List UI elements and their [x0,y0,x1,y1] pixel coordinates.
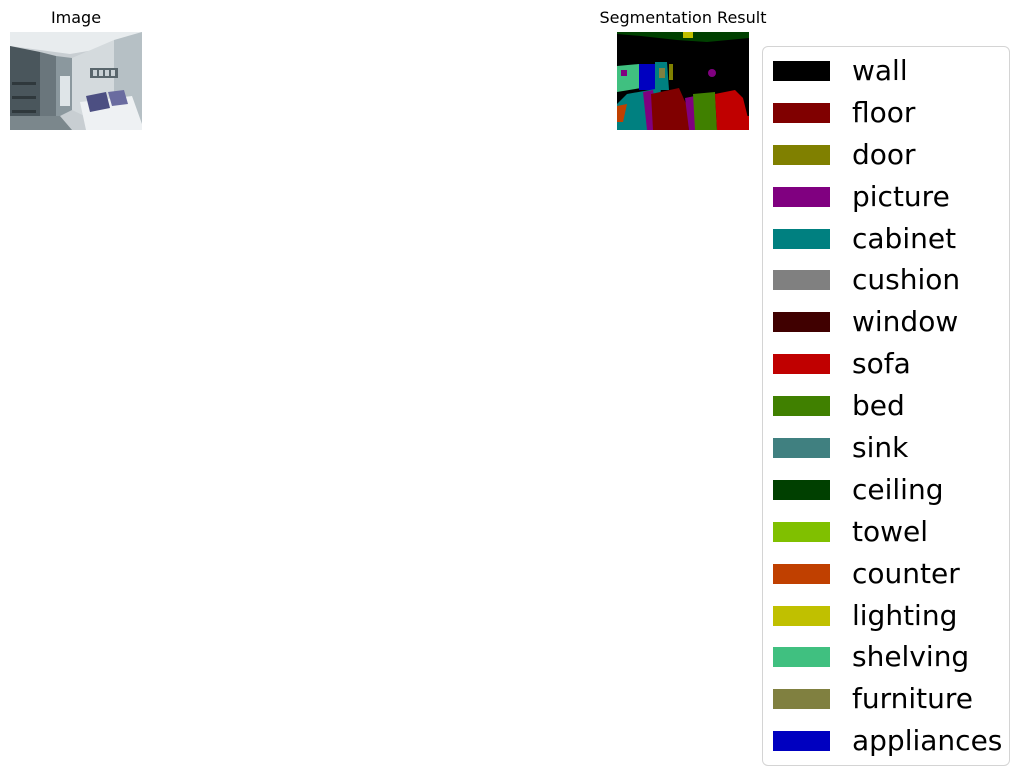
legend-label: door [852,137,916,171]
legend-label: counter [852,556,960,590]
legend-swatch [773,186,830,207]
segmentation-mask [617,32,749,130]
legend-label: towel [852,514,929,548]
legend-label: floor [852,95,916,129]
legend-label: appliances [852,724,1003,758]
legend-item: counter [763,552,1009,594]
legend-item: window [763,300,1009,342]
legend-label: window [852,305,959,339]
legend-swatch [773,605,830,626]
legend-item: sink [763,426,1009,468]
legend-label: picture [852,179,950,213]
legend-swatch [773,521,830,542]
legend-swatch [773,438,830,459]
bedroom-photo [10,32,142,130]
legend-label: cushion [852,263,961,297]
legend-box: wall floor door picture cabinet cushion window… [762,46,1010,766]
legend-swatch [773,312,830,333]
legend-item: floor [763,91,1009,133]
legend-item: ceiling [763,468,1009,510]
legend-label: cabinet [852,221,957,255]
legend-swatch [773,354,830,375]
legend-swatch [773,396,830,417]
legend-swatch [773,228,830,249]
legend-item: towel [763,510,1009,552]
legend-swatch [773,61,830,81]
legend-swatch [773,479,830,500]
legend-item: shelving [763,635,1009,677]
legend-label: lighting [852,598,958,632]
input-photo [10,32,142,130]
legend-item: sofa [763,342,1009,384]
legend-item: lighting [763,594,1009,636]
legend-label: ceiling [852,472,944,506]
legend-item: bed [763,384,1009,426]
legend-swatch [773,647,830,668]
legend-swatch [773,689,830,710]
legend-item: door [763,133,1009,175]
legend-label: sofa [852,347,911,381]
legend-swatch [773,731,830,752]
legend-label: furniture [852,682,973,716]
image-panel-title: Image [50,8,102,27]
legend-label: bed [852,389,905,423]
legend-item: furniture [763,677,1009,719]
legend-swatch [773,270,830,291]
legend-label: sink [852,431,909,465]
segmentation-panel-title: Segmentation Result [599,8,767,27]
legend-swatch [773,563,830,584]
legend-item: picture [763,175,1009,217]
legend-label: wall [852,54,908,87]
segmentation-map [617,32,749,130]
legend-item: cushion [763,258,1009,300]
legend-swatch [773,144,830,165]
legend-label: shelving [852,640,970,674]
legend-swatch [773,102,830,123]
legend-item: appliances [763,719,1009,761]
legend-item: cabinet [763,217,1009,259]
legend-item: wall [763,49,1009,91]
